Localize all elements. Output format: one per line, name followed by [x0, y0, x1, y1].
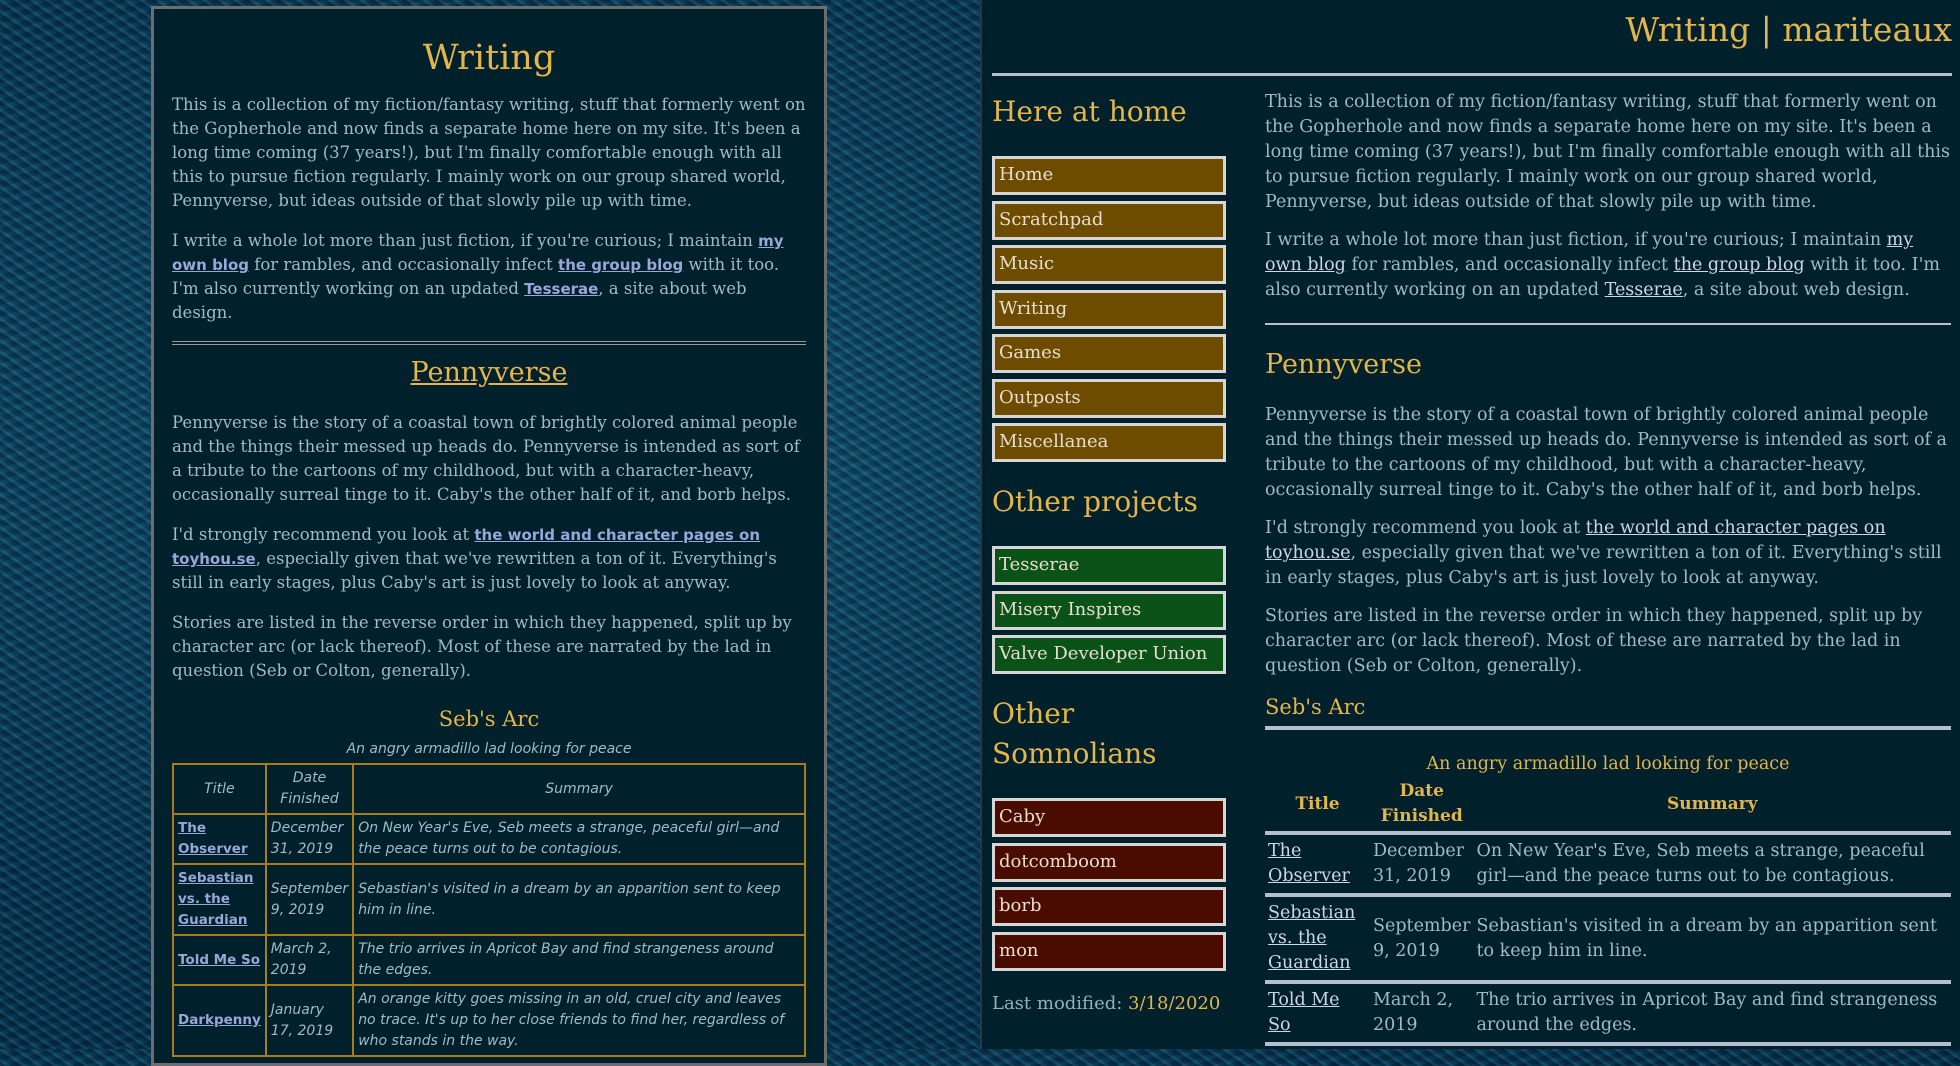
section-divider — [1265, 323, 1951, 325]
page-title: Writing — [422, 38, 556, 78]
arc-caption: An angry armadillo lad looking for peace — [1426, 754, 1790, 774]
tesserae-link[interactable]: Tesserae — [1605, 280, 1683, 300]
column-header-title: Title — [1295, 793, 1340, 814]
intro-links-paragraph: I write a whole lot more than just ficti… — [172, 231, 784, 322]
nav-item-miscellanea[interactable]: Miscellanea — [992, 423, 1226, 462]
table-row: Darkpenny January 17, 2019 An orange kit… — [172, 984, 806, 1057]
story-summary: Sebastian's visited in a dream by an app… — [352, 863, 806, 936]
story-link[interactable]: The Observer — [178, 820, 248, 857]
nav-item-borb[interactable]: borb — [992, 887, 1226, 926]
story-summary: Sebastian's visited in a dream by an app… — [1476, 915, 1938, 961]
story-link[interactable]: Darkpenny — [178, 1012, 261, 1028]
table-row: Sebastian vs. the Guardian September 9, … — [172, 863, 806, 936]
stories-order-note: Stories are listed in the reverse order … — [172, 613, 792, 680]
story-summary: The trio arrives in Apricot Bay and find… — [352, 934, 806, 986]
table-row: The Observer December 31, 2019 On New Ye… — [1265, 833, 1951, 895]
table-row: Told Me So March 2, 2019 The trio arrive… — [172, 934, 806, 986]
table-header-row: Title Date Finished Summary — [172, 763, 806, 815]
story-date: September 9, 2019 — [264, 863, 355, 936]
toyhouse-paragraph: I'd strongly recommend you look at the w… — [1265, 518, 1942, 588]
group-blog-link[interactable]: the group blog — [1674, 255, 1805, 275]
last-modified-date: 3/18/2020 — [1128, 992, 1221, 1014]
nav-item-mon[interactable]: mon — [992, 931, 1226, 971]
story-link[interactable]: Sebastian vs. the Guardian — [1268, 903, 1355, 973]
section-heading: Pennyverse — [1265, 349, 1422, 380]
pennyverse-link[interactable]: Pennyverse — [411, 357, 568, 388]
intro-paragraph: This is a collection of my fiction/fanta… — [1265, 92, 1950, 212]
nav-item-caby[interactable]: Caby — [992, 798, 1226, 837]
column-header-title: Title — [172, 763, 267, 815]
column-header-summary: Summary — [352, 763, 806, 815]
pennyverse-description: Pennyverse is the story of a coastal tow… — [1265, 405, 1947, 500]
nav-heading-somnolians: Other Somnolians — [992, 697, 1157, 770]
arc-heading: Seb's Arc — [438, 707, 540, 731]
story-date: January 17, 2019 — [264, 984, 355, 1057]
nav-item-misery-inspires[interactable]: Misery Inspires — [992, 590, 1226, 630]
sidebar: Here at home Home Scratchpad Music Writi… — [992, 92, 1228, 1014]
nav-item-music[interactable]: Music — [992, 245, 1226, 284]
story-summary: The trio arrives in Apricot Bay and find… — [1476, 990, 1938, 1035]
nav-item-home[interactable]: Home — [992, 156, 1226, 195]
section-divider — [172, 341, 806, 345]
arc-caption: An angry armadillo lad looking for peace — [346, 741, 632, 757]
main-article: This is a collection of my fiction/fanta… — [1265, 90, 1951, 1046]
column-header-summary: Summary — [1667, 793, 1758, 814]
stories-order-note: Stories are listed in the reverse order … — [1265, 606, 1923, 676]
last-modified: Last modified: 3/18/2020 — [992, 992, 1221, 1014]
nav-item-tesserae[interactable]: Tesserae — [992, 546, 1226, 585]
site-title: Writing | mariteaux — [1625, 10, 1952, 49]
header-divider — [992, 73, 1952, 76]
column-header-date: Date Finished — [264, 763, 355, 815]
group-blog-link[interactable]: the group blog — [558, 256, 683, 274]
tesserae-link[interactable]: Tesserae — [524, 280, 598, 298]
nav-item-writing[interactable]: Writing — [992, 289, 1226, 329]
nav-item-games[interactable]: Games — [992, 334, 1226, 373]
story-link[interactable]: Told Me So — [178, 952, 260, 968]
story-summary: On New Year's Eve, Seb meets a strange, … — [1476, 841, 1925, 886]
table-row: Told Me So March 2, 2019 The trio arrive… — [1265, 982, 1951, 1044]
nav-heading-projects: Other projects — [992, 485, 1198, 518]
section-heading: Pennyverse — [172, 355, 806, 391]
nav-item-dotcomboom[interactable]: dotcomboom — [992, 842, 1226, 882]
nav-group-somnolians: Other Somnolians Caby dotcomboom borb mo… — [992, 694, 1228, 971]
nav-heading-home: Here at home — [992, 95, 1187, 128]
column-header-date: Date Finished — [1380, 781, 1463, 826]
story-date: December 31, 2019 — [264, 813, 355, 865]
intro-paragraph: This is a collection of my fiction/fanta… — [172, 95, 806, 210]
stories-table: Title Date Finished Summary The Observer… — [172, 763, 806, 1057]
left-content-panel: Writing This is a collection of my ficti… — [151, 6, 827, 1066]
story-link[interactable]: Sebastian vs. the Guardian — [178, 870, 254, 928]
nav-group-home: Here at home Home Scratchpad Music Writi… — [992, 92, 1228, 462]
nav-item-valve-developer-union[interactable]: Valve Developer Union — [992, 635, 1226, 674]
nav-item-scratchpad[interactable]: Scratchpad — [992, 200, 1226, 240]
table-row: The Observer December 31, 2019 On New Ye… — [172, 813, 806, 865]
story-link[interactable]: The Observer — [1268, 841, 1350, 886]
table-row: Sebastian vs. the Guardian September 9, … — [1265, 895, 1951, 982]
story-summary: On New Year's Eve, Seb meets a strange, … — [352, 813, 806, 865]
nav-group-projects: Other projects Tesserae Misery Inspires … — [992, 482, 1228, 674]
arc-heading: Seb's Arc — [1265, 692, 1951, 730]
table-header-row: Title Date Finished Summary — [1265, 779, 1951, 833]
story-date: March 2, 2019 — [264, 934, 355, 986]
pennyverse-description: Pennyverse is the story of a coastal tow… — [172, 413, 800, 504]
story-link[interactable]: Told Me So — [1268, 990, 1340, 1035]
stories-table: Title Date Finished Summary The Observer… — [1265, 779, 1951, 1046]
story-date: December 31, 2019 — [1373, 841, 1465, 886]
intro-links-paragraph: I write a whole lot more than just ficti… — [1265, 230, 1940, 300]
story-summary: An orange kitty goes missing in an old, … — [352, 984, 806, 1057]
story-date: March 2, 2019 — [1373, 990, 1454, 1035]
toyhouse-paragraph: I'd strongly recommend you look at the w… — [172, 525, 777, 592]
nav-item-outposts[interactable]: Outposts — [992, 378, 1226, 418]
story-date: September 9, 2019 — [1373, 915, 1471, 961]
